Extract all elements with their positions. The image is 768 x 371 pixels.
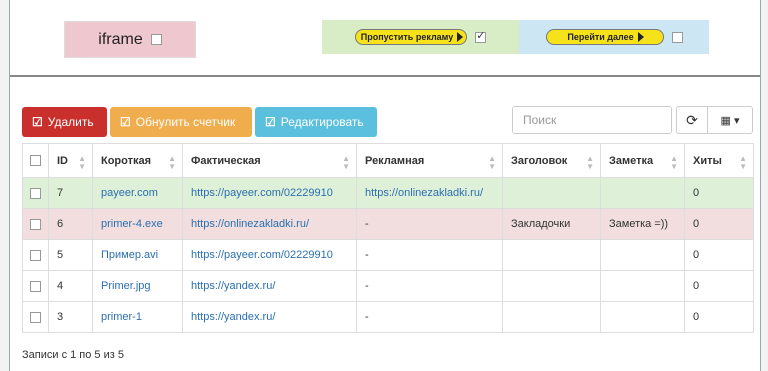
next-label: Перейти далее [567, 32, 634, 42]
table-row[interactable]: 7 payeer.com https://payeer.com/02229910… [22, 177, 754, 209]
col-note[interactable]: Заметка ▲ ▼ [600, 143, 685, 178]
delete-label: Удалить [47, 115, 94, 129]
cell-id: 3 [48, 301, 93, 333]
sort-icon: ▲ ▼ [78, 154, 86, 171]
delete-button[interactable]: ☑ Удалить [22, 107, 107, 137]
cell-hits: 0 [684, 301, 754, 333]
sort-icon: ▲ ▼ [488, 154, 496, 171]
check-square-icon: ☑ [120, 115, 131, 129]
cell-id: 4 [48, 270, 93, 302]
edit-button[interactable]: ☑ Редактировать [255, 107, 377, 137]
cell-title [502, 177, 601, 209]
cell-ad: - [356, 239, 503, 271]
cell-note [600, 239, 685, 271]
cell-actual-link[interactable]: https://yandex.ru/ [182, 270, 357, 302]
top-panel: iframe Пропустить рекламу Перейти далее [10, 0, 760, 77]
cell-id: 7 [48, 177, 93, 209]
sort-icon: ▲ ▼ [586, 154, 594, 171]
reset-counter-button[interactable]: ☑ Обнулить счетчик [110, 107, 252, 137]
cell-short-link[interactable]: primer-4.exe [92, 208, 183, 240]
row-checkbox[interactable] [30, 187, 41, 199]
toolbar: ☑ Удалить ☑ Обнулить счетчик ☑ Редактиро… [22, 107, 380, 137]
sort-icon: ▲ ▼ [168, 154, 176, 171]
cell-hits: 0 [684, 208, 754, 240]
select-all-checkbox[interactable] [30, 155, 41, 167]
cell-note [600, 177, 685, 209]
col-ad[interactable]: Рекламная ▲ ▼ [356, 143, 503, 178]
skip-ad-option: Пропустить рекламу [322, 20, 519, 54]
check-square-icon: ☑ [265, 115, 276, 129]
links-table: ID ▲ ▼ Короткая ▲ ▼ Фактическая ▲ ▼ Рекламная ▲… [22, 143, 754, 333]
play-icon [457, 32, 464, 42]
col-hits[interactable]: Хиты ▲ ▼ [684, 143, 754, 178]
cell-hits: 0 [684, 270, 754, 302]
cell-title: Закладочки [502, 208, 601, 240]
cell-note: Заметка =)) [600, 208, 685, 240]
search-input[interactable] [512, 106, 672, 134]
edit-label: Редактировать [280, 115, 364, 129]
check-square-icon: ☑ [32, 115, 43, 129]
cell-note [600, 270, 685, 302]
columns-button[interactable]: ▦ ▾ [707, 106, 753, 134]
row-checkbox[interactable] [30, 249, 41, 261]
skip-ad-checkbox[interactable] [475, 29, 487, 43]
records-info: Записи с 1 по 5 из 5 [22, 349, 124, 361]
cell-actual-link[interactable]: https://payeer.com/02229910 [182, 239, 357, 271]
page-frame: iframe Пропустить рекламу Перейти далее … [9, 0, 761, 371]
col-title[interactable]: Заголовок ▲ ▼ [502, 143, 601, 178]
cell-title [502, 301, 601, 333]
cell-id: 5 [48, 239, 93, 271]
skip-ad-label: Пропустить рекламу [360, 32, 454, 42]
play-icon [637, 32, 644, 42]
col-actual[interactable]: Фактическая ▲ ▼ [182, 143, 357, 178]
next-button[interactable]: Перейти далее [545, 29, 664, 45]
col-id[interactable]: ID ▲ ▼ [48, 143, 93, 178]
table-row[interactable]: 4 Primer.jpg https://yandex.ru/ - 0 [22, 270, 754, 302]
sort-icon: ▲ ▼ [670, 154, 678, 171]
row-checkbox[interactable] [30, 311, 41, 323]
cell-actual-link[interactable]: https://payeer.com/02229910 [182, 177, 357, 209]
row-checkbox-cell [22, 177, 49, 209]
cell-short-link[interactable]: payeer.com [92, 177, 183, 209]
row-checkbox-cell [22, 301, 49, 333]
iframe-checkbox[interactable] [150, 34, 162, 45]
cell-title [502, 270, 601, 302]
row-checkbox[interactable] [30, 218, 41, 230]
next-checkbox[interactable] [671, 31, 683, 43]
col-short[interactable]: Короткая ▲ ▼ [92, 143, 183, 178]
table-row[interactable]: 3 primer-1 https://yandex.ru/ - 0 [22, 301, 754, 333]
sort-icon: ▲ ▼ [739, 154, 747, 171]
cell-short-link[interactable]: Primer.jpg [92, 270, 183, 302]
refresh-button[interactable]: ⟳ [676, 106, 708, 134]
cell-id: 6 [48, 208, 93, 240]
table-row[interactable]: 6 primer-4.exe https://onlinezakladki.ru… [22, 208, 754, 240]
cell-actual-link[interactable]: https://yandex.ru/ [182, 301, 357, 333]
cell-note [600, 301, 685, 333]
reset-label: Обнулить счетчик [135, 115, 236, 129]
cell-hits: 0 [684, 239, 754, 271]
cell-hits: 0 [684, 177, 754, 209]
next-option: Перейти далее [519, 20, 709, 54]
cell-ad: - [356, 270, 503, 302]
select-all-cell [22, 143, 49, 178]
grid-icon: ▦ ▾ [720, 114, 740, 127]
sort-icon: ▲ ▼ [342, 154, 350, 171]
row-checkbox-cell [22, 239, 49, 271]
cell-ad-link[interactable]: https://onlinezakladki.ru/ [356, 177, 503, 209]
cell-short-link[interactable]: Пример.avi [92, 239, 183, 271]
cell-ad: - [356, 301, 503, 333]
iframe-label: iframe [98, 30, 143, 48]
refresh-icon: ⟳ [686, 111, 698, 128]
row-checkbox-cell [22, 208, 49, 240]
skip-ad-button[interactable]: Пропустить рекламу [354, 29, 468, 45]
table-row[interactable]: 5 Пример.avi https://payeer.com/02229910… [22, 239, 754, 271]
cell-title [502, 239, 601, 271]
cell-actual-link[interactable]: https://onlinezakladki.ru/ [182, 208, 357, 240]
row-checkbox-cell [22, 270, 49, 302]
row-checkbox[interactable] [30, 280, 41, 292]
cell-short-link[interactable]: primer-1 [92, 301, 183, 333]
cell-ad: - [356, 208, 503, 240]
table-header: ID ▲ ▼ Короткая ▲ ▼ Фактическая ▲ ▼ Рекламная ▲… [22, 143, 754, 178]
iframe-option: iframe [64, 21, 196, 58]
